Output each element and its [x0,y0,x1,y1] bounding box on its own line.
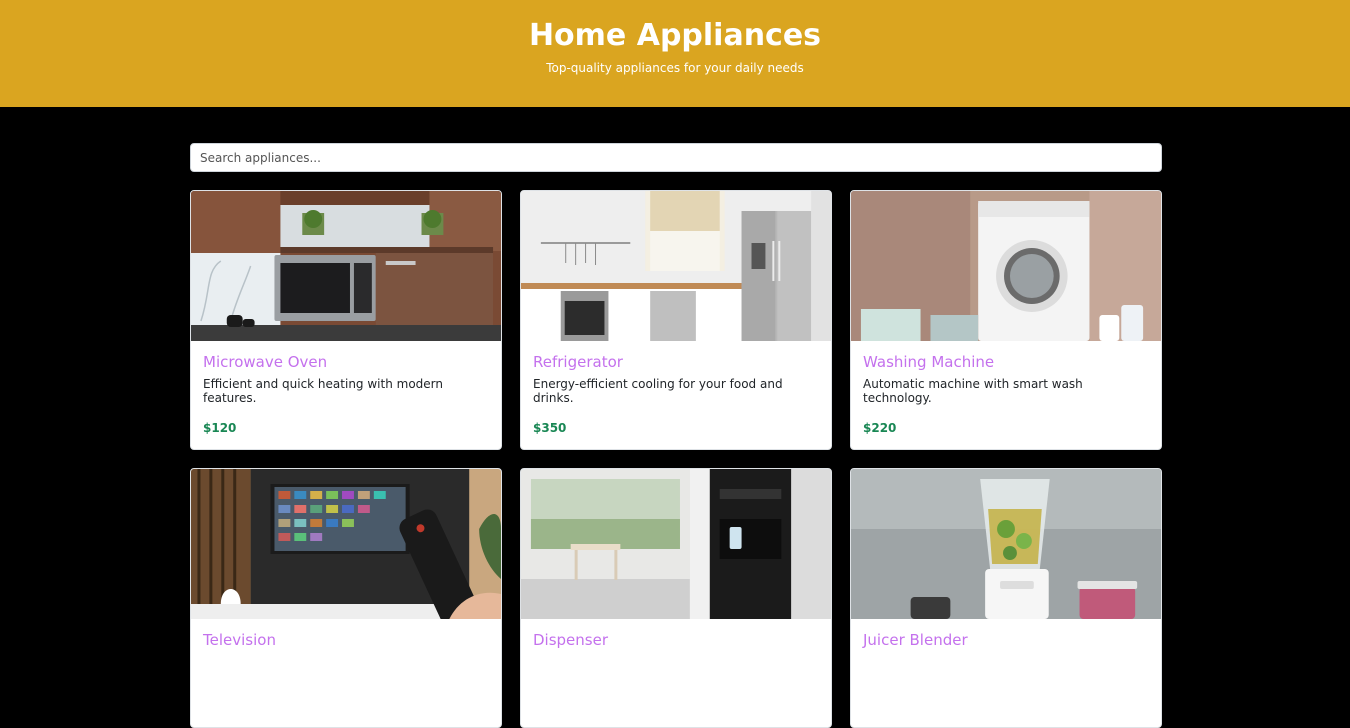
product-name[interactable]: Dispenser [533,631,819,649]
product-name[interactable]: Television [203,631,489,649]
main-content: Microwave Oven Efficient and quick heati… [190,143,1162,728]
page-header: Home Appliances Top-quality appliances f… [0,0,1350,107]
product-price: $120 [203,421,237,435]
product-card[interactable]: Microwave Oven Efficient and quick heati… [190,190,502,450]
dispenser-image [521,469,831,619]
television-image [191,469,501,619]
refrigerator-image [521,191,831,341]
product-card[interactable]: Washing Machine Automatic machine with s… [850,190,1162,450]
product-description: Efficient and quick heating with modern … [203,377,443,405]
page-subtitle: Top-quality appliances for your daily ne… [546,61,804,75]
juicer-blender-image [851,469,1161,619]
product-name[interactable]: Washing Machine [863,353,1149,371]
product-card[interactable]: Television [190,468,502,728]
washing-machine-image [851,191,1161,341]
search-input[interactable] [190,143,1162,172]
product-card[interactable]: Refrigerator Energy-efficient cooling fo… [520,190,832,450]
product-price: $220 [863,421,897,435]
product-price: $350 [533,421,567,435]
product-description: Energy-efficient cooling for your food a… [533,377,783,405]
product-name[interactable]: Microwave Oven [203,353,489,371]
product-name[interactable]: Juicer Blender [863,631,1149,649]
microwave-image [191,191,501,341]
product-name[interactable]: Refrigerator [533,353,819,371]
product-grid: Microwave Oven Efficient and quick heati… [190,190,1162,728]
product-card[interactable]: Dispenser [520,468,832,728]
product-card[interactable]: Juicer Blender [850,468,1162,728]
page-title: Home Appliances [528,18,822,53]
product-description: Automatic machine with smart wash techno… [863,377,1083,405]
